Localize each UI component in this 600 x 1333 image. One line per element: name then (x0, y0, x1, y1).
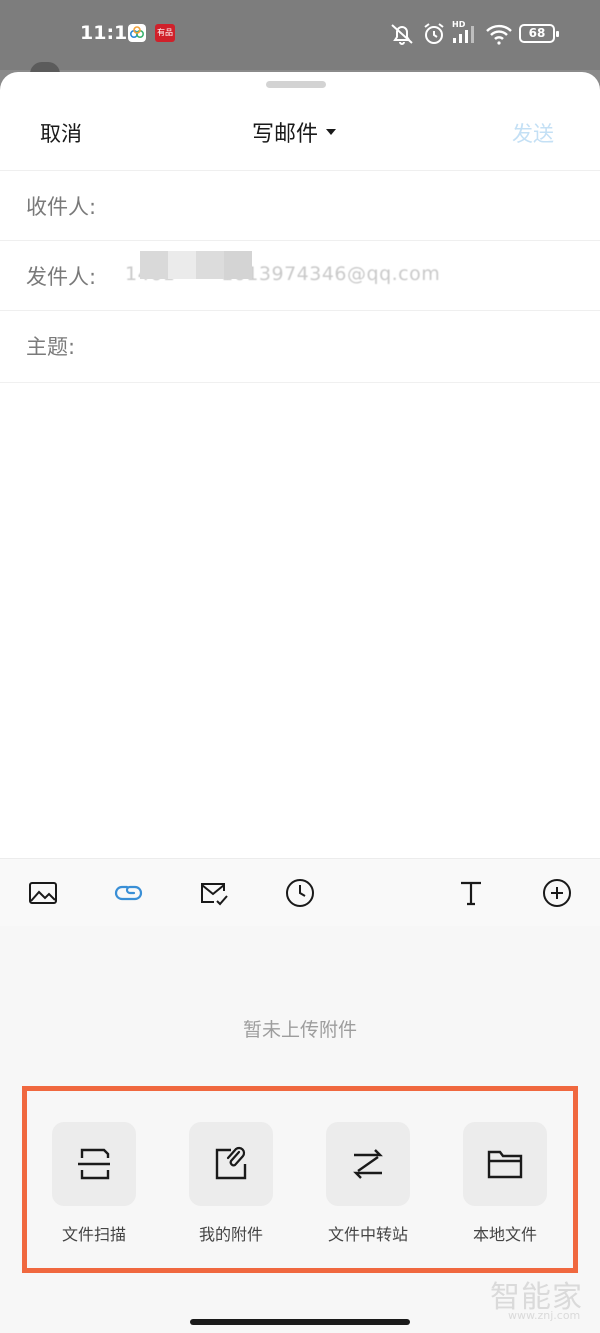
local-files-label: 本地文件 (472, 1225, 537, 1244)
to-label: 收件人: (26, 195, 97, 219)
plus-circle-icon[interactable] (539, 875, 575, 911)
file-scan-label: 文件扫描 (61, 1225, 126, 1244)
empty-attachment-text: 暂未上传附件 (242, 1019, 357, 1041)
compose-toolbar (0, 858, 600, 926)
cancel-button[interactable]: 取消 (40, 118, 82, 148)
compose-title-dropdown[interactable]: 写邮件 (252, 116, 337, 148)
signal-icon (453, 26, 474, 43)
from-field-row: 发件人: 1461 ··· · 1013974346@qq.com (0, 240, 600, 310)
compose-sheet: 取消 写邮件 发送 收件人: 发件人: 1461 ··· · 101397434… (0, 72, 600, 1333)
folder-icon (463, 1122, 547, 1206)
file-transfer-label: 文件中转站 (327, 1225, 408, 1244)
document-scan-icon (52, 1122, 136, 1206)
status-bar: 11:13 有品 HD 68 (0, 0, 600, 82)
from-label: 发件人: (26, 265, 97, 289)
my-attachments-label: 我的附件 (198, 1225, 263, 1244)
sheet-grabber[interactable] (266, 81, 326, 88)
clock-icon[interactable] (282, 875, 318, 911)
subject-input[interactable] (90, 325, 550, 365)
my-attachment-icon (189, 1122, 273, 1206)
compose-title: 写邮件 (252, 122, 319, 147)
to-field-row: 收件人: (0, 170, 600, 240)
attachment-icon[interactable] (111, 875, 147, 911)
image-icon[interactable] (25, 875, 61, 911)
subject-field-row: 主题: (0, 310, 600, 380)
battery-indicator: 68 (519, 24, 559, 43)
subject-label: 主题: (26, 335, 76, 359)
send-button[interactable]: 发送 (512, 118, 554, 148)
caret-down-icon (326, 129, 337, 135)
to-input[interactable] (112, 185, 572, 225)
mail-body-editor[interactable] (0, 382, 600, 858)
file-scan-button[interactable]: 文件扫描 (48, 1122, 140, 1244)
file-transfer-button[interactable]: 文件中转站 (322, 1122, 414, 1244)
youpin-app-icon: 有品 (155, 24, 175, 42)
alarm-icon (424, 23, 444, 44)
my-attachments-button[interactable]: 我的附件 (185, 1122, 277, 1244)
wifi-icon (486, 24, 512, 45)
mail-check-icon[interactable] (196, 875, 232, 911)
privacy-mosaic (140, 251, 252, 279)
local-files-button[interactable]: 本地文件 (459, 1122, 551, 1244)
file-transfer-icon (326, 1122, 410, 1206)
watermark-logo: 智能家 www.znj.com (490, 1272, 600, 1322)
compose-header: 取消 写邮件 发送 (0, 100, 600, 166)
home-indicator[interactable] (190, 1319, 410, 1325)
cloud-app-icon (128, 24, 146, 42)
mute-bell-icon (391, 24, 413, 45)
text-format-icon[interactable] (453, 875, 489, 911)
watermark-url: www.znj.com (508, 1309, 581, 1322)
